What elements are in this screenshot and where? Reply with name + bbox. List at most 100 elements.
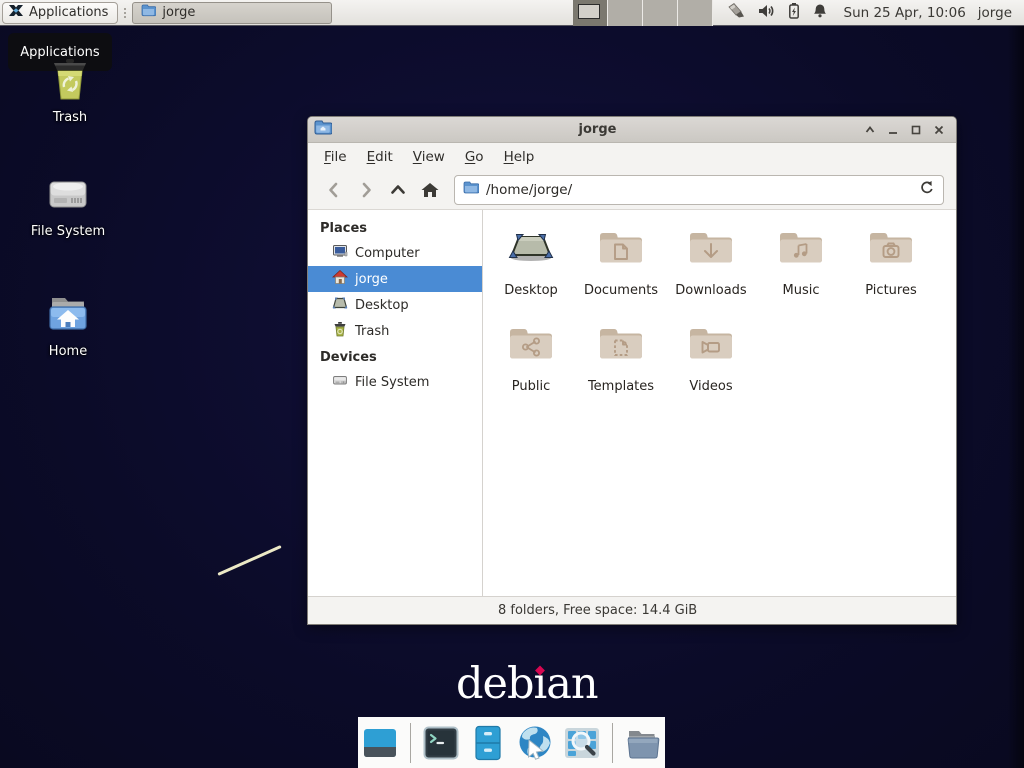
battery-icon[interactable]	[787, 2, 801, 23]
window-folder-icon	[314, 120, 332, 139]
taskbar-window-title: jorge	[162, 5, 195, 20]
file-item-desktop[interactable]: Desktop	[486, 224, 576, 320]
file-item-label: Pictures	[865, 283, 916, 298]
file-item-label: Videos	[689, 379, 732, 394]
file-item-label: Music	[783, 283, 820, 298]
menubar: File Edit View Go Help	[308, 143, 956, 170]
file-manager-launcher[interactable]	[468, 723, 508, 763]
sidebar-header-devices: Devices	[308, 344, 482, 369]
panel-clock[interactable]: Sun 25 Apr, 10:06	[844, 5, 966, 21]
sidebar-item-label: File System	[355, 375, 429, 390]
file-manager-body: Places Computer	[308, 210, 956, 596]
panel-grip[interactable]	[120, 4, 129, 22]
file-item-label: Templates	[588, 379, 654, 394]
desktop-icon-file-system[interactable]: File System	[20, 172, 116, 239]
file-item-label: Public	[512, 379, 550, 394]
dock-separator	[410, 723, 411, 763]
workspace-1[interactable]	[573, 0, 608, 26]
window-title: jorge	[332, 122, 863, 137]
path-input[interactable]	[486, 182, 919, 198]
file-item-music[interactable]: Music	[756, 224, 846, 320]
menu-go[interactable]: Go	[455, 145, 494, 169]
workspace-4[interactable]	[678, 0, 713, 26]
file-item-downloads[interactable]: Downloads	[666, 224, 756, 320]
taskbar-window-button[interactable]: jorge	[132, 2, 332, 24]
trash-icon	[47, 56, 93, 106]
taskbar-folder-icon	[141, 4, 156, 21]
window-titlebar[interactable]: jorge	[308, 117, 956, 143]
sidebar-item-file-system[interactable]: File System	[308, 369, 482, 395]
debian-wordmark: debıan	[456, 660, 598, 710]
documents-folder-icon	[597, 224, 645, 276]
file-manager-window: jorge File Edit View Go Help	[307, 116, 957, 625]
dock	[358, 717, 665, 768]
desktop-icon-trash[interactable]: Trash	[22, 56, 118, 125]
desktop-icon-home[interactable]: Home	[20, 292, 116, 359]
open-folder-icon	[624, 724, 662, 762]
file-item-public[interactable]: Public	[486, 320, 576, 416]
sidebar-item-label: Desktop	[355, 298, 409, 313]
file-item-label: Desktop	[504, 283, 558, 298]
minimize-button[interactable]	[886, 123, 900, 137]
sidebar-item-trash[interactable]: Trash	[308, 318, 482, 344]
menu-view[interactable]: View	[403, 145, 455, 169]
pictures-folder-icon	[867, 224, 915, 276]
show-desktop-button[interactable]	[360, 723, 400, 763]
notifications-bell-icon[interactable]	[812, 3, 828, 23]
terminal-launcher[interactable]	[421, 723, 461, 763]
system-tray	[727, 2, 828, 23]
workspace-3[interactable]	[643, 0, 678, 26]
hard-drive-icon	[44, 172, 92, 220]
workspace-2[interactable]	[608, 0, 643, 26]
music-folder-icon	[777, 224, 825, 276]
file-item-templates[interactable]: Templates	[576, 320, 666, 416]
desktop-icon-label: Trash	[53, 110, 87, 125]
pathbar-folder-icon	[463, 181, 479, 198]
file-item-documents[interactable]: Documents	[576, 224, 666, 320]
videos-folder-icon	[687, 320, 735, 372]
dock-separator	[612, 723, 613, 763]
sidebar-item-jorge[interactable]: jorge	[308, 266, 482, 292]
statusbar-text: 8 folders, Free space: 14.4 GiB	[498, 603, 697, 618]
back-button[interactable]	[318, 176, 350, 204]
debian-wordmark-pre: deb	[456, 659, 534, 709]
folder-launcher[interactable]	[623, 723, 663, 763]
applications-menu-button[interactable]: Applications	[2, 2, 118, 24]
application-finder-launcher[interactable]	[562, 723, 602, 763]
web-browser-launcher[interactable]	[515, 723, 555, 763]
desktop-icon-label: File System	[31, 224, 105, 239]
web-browser-globe-icon	[516, 724, 554, 762]
close-button[interactable]	[932, 123, 946, 137]
forward-button[interactable]	[350, 176, 382, 204]
shade-button[interactable]	[863, 123, 877, 137]
maximize-button[interactable]	[909, 123, 923, 137]
volume-icon[interactable]	[758, 3, 776, 23]
xfce-applications-icon	[8, 3, 24, 23]
menu-help[interactable]: Help	[494, 145, 545, 169]
home-button[interactable]	[414, 176, 446, 204]
menu-file[interactable]: File	[314, 145, 357, 169]
panel-username[interactable]: jorge	[978, 5, 1012, 21]
reload-icon[interactable]	[919, 180, 935, 200]
stylus-icon[interactable]	[727, 2, 747, 23]
file-item-pictures[interactable]: Pictures	[846, 224, 936, 320]
location-bar[interactable]	[454, 175, 944, 205]
workspace-window-miniature	[578, 4, 600, 19]
workspace-pager	[573, 0, 713, 26]
sidebar-item-desktop[interactable]: Desktop	[308, 292, 482, 318]
trash-mini-icon	[332, 321, 348, 341]
terminal-icon	[422, 724, 460, 762]
debian-wordmark-post: an	[546, 659, 597, 709]
sidebar: Places Computer	[308, 210, 483, 596]
desktop-mini-icon	[332, 295, 348, 315]
desktop-special-icon	[507, 224, 555, 276]
application-finder-icon	[563, 724, 601, 762]
sidebar-item-label: Trash	[355, 324, 389, 339]
applications-menu-label: Applications	[29, 5, 108, 20]
home-folder-icon	[44, 292, 92, 340]
up-button[interactable]	[382, 176, 414, 204]
file-item-videos[interactable]: Videos	[666, 320, 756, 416]
menu-edit[interactable]: Edit	[357, 145, 403, 169]
templates-folder-icon	[597, 320, 645, 372]
sidebar-item-computer[interactable]: Computer	[308, 240, 482, 266]
